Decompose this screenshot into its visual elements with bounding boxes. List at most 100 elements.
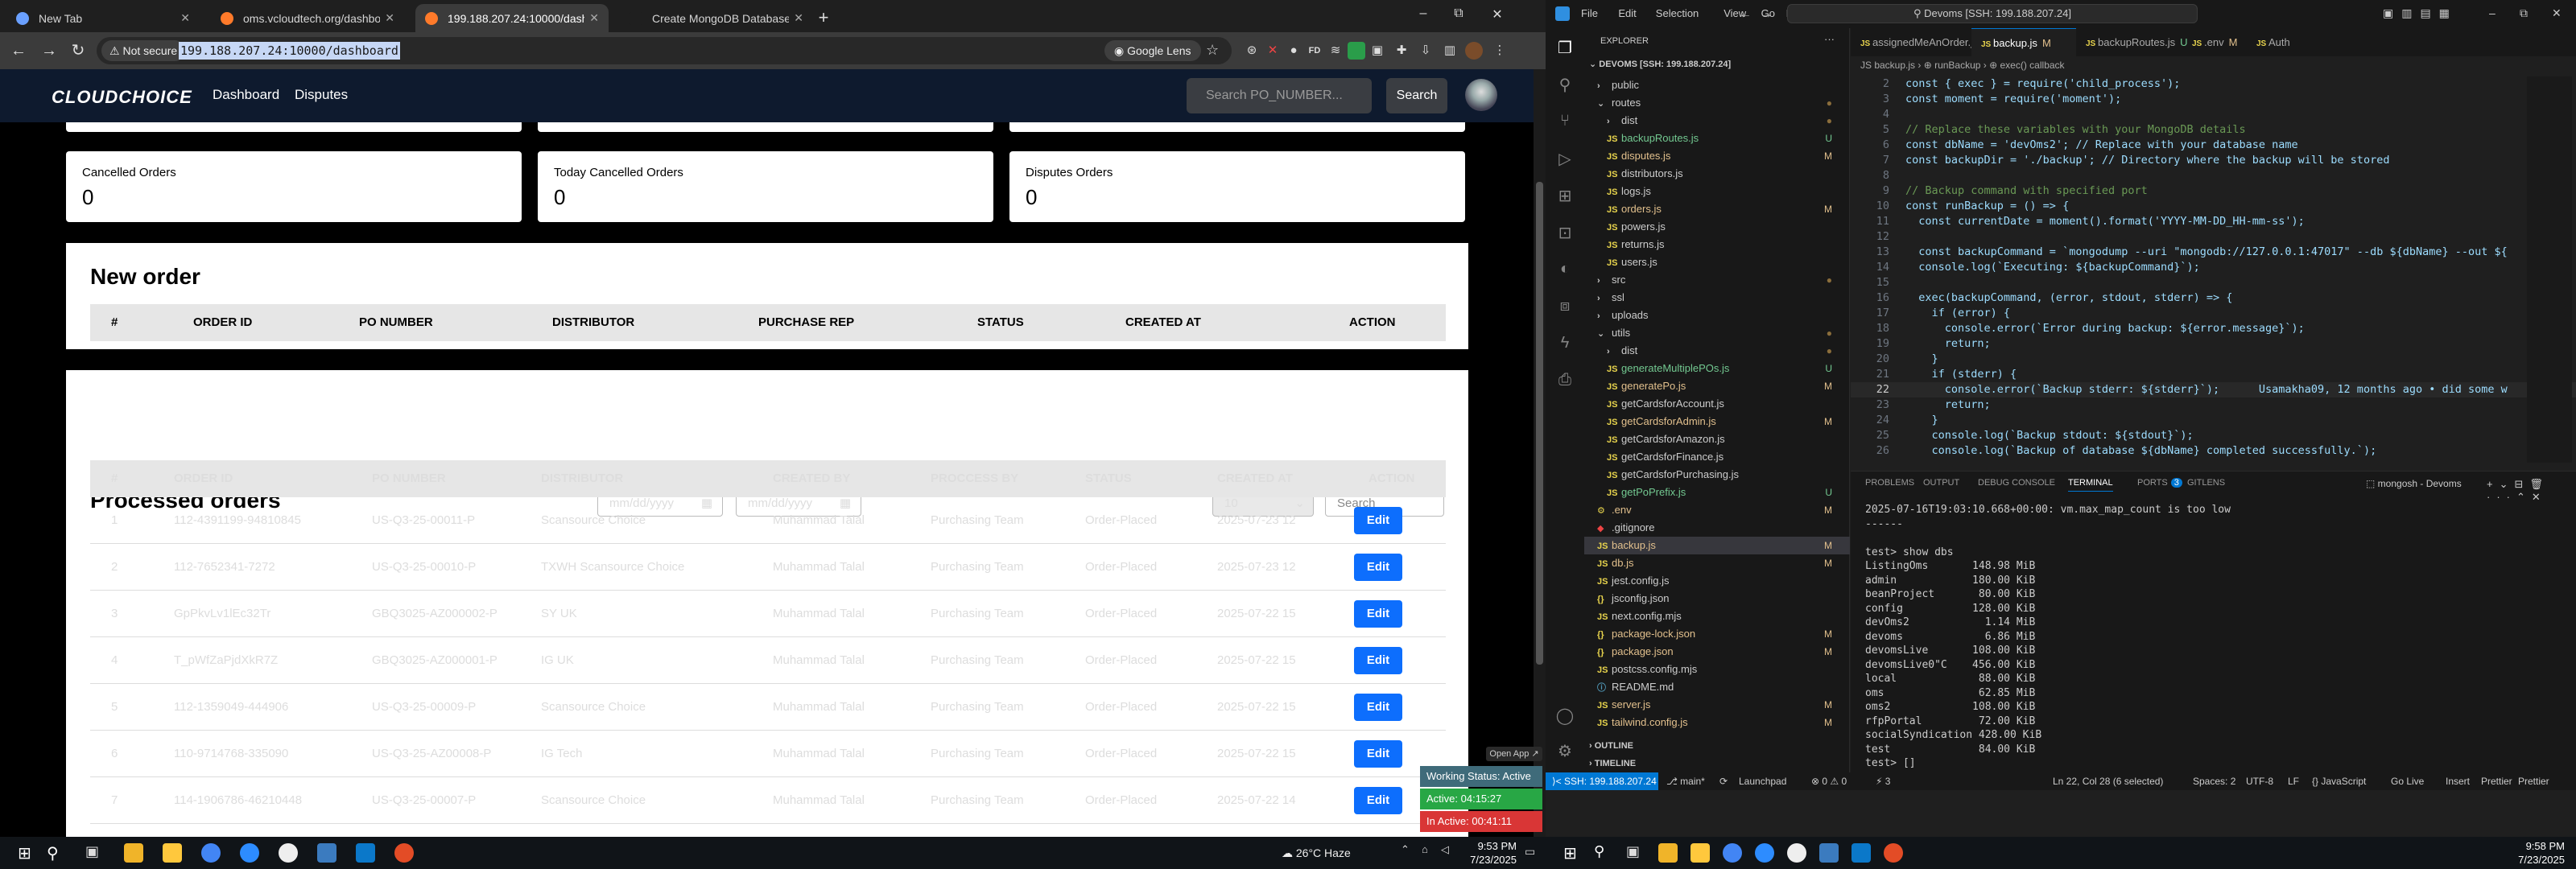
- edit-button[interactable]: Edit: [1354, 554, 1402, 581]
- tab-oms-dashboard[interactable]: oms.vcloudtech.org/dashboard ✕: [211, 4, 404, 32]
- chrome-profile-icon[interactable]: [394, 843, 414, 863]
- file-tree-item[interactable]: {} package.json M: [1584, 643, 1850, 661]
- file-tree-item[interactable]: JS getCardsforAccount.js: [1584, 395, 1850, 413]
- file-tree-item[interactable]: JS logs.js: [1584, 183, 1850, 200]
- menu-item[interactable]: Edit: [1618, 7, 1636, 19]
- file-tree-item[interactable]: JS users.js: [1584, 253, 1850, 271]
- window-close-icon[interactable]: ✕: [1488, 6, 1507, 26]
- clock-time[interactable]: 9:53 PM: [1460, 840, 1517, 852]
- tab-new-tab[interactable]: New Tab ✕: [6, 4, 200, 32]
- close-tab-icon[interactable]: ✕: [794, 11, 803, 25]
- file-tree-item[interactable]: ⚙ .env M: [1584, 501, 1850, 519]
- bookmark-star-icon[interactable]: ☆: [1206, 42, 1219, 59]
- terminal-selector[interactable]: ⬚ mongosh - Devoms: [2366, 478, 2462, 489]
- file-tree-item[interactable]: › public: [1584, 76, 1850, 94]
- manage-gear-icon[interactable]: ⚙: [1555, 741, 1575, 760]
- remote-desktop-icon[interactable]: [317, 843, 336, 863]
- obs-icon[interactable]: [1787, 843, 1806, 863]
- extension-gray-icon[interactable]: ▣: [1368, 42, 1386, 60]
- file-tree-item[interactable]: JS orders.js M: [1584, 200, 1850, 218]
- download-icon[interactable]: ⇩: [1417, 42, 1435, 60]
- windows-start-icon[interactable]: ⊞: [1563, 843, 1583, 863]
- status-golive[interactable]: Go Live: [2391, 776, 2424, 787]
- weather-widget[interactable]: ☁ 26°C Haze: [1282, 846, 1351, 860]
- outline-section[interactable]: › OUTLINE: [1589, 741, 1633, 751]
- remote-desktop-icon[interactable]: [1819, 843, 1839, 863]
- status-eol[interactable]: LF: [2288, 776, 2299, 787]
- scrollbar-thumb[interactable]: [1536, 182, 1543, 665]
- panel-tab-problems[interactable]: PROBLEMS: [1865, 478, 1914, 488]
- panel-tab-terminal[interactable]: TERMINAL: [2068, 478, 2113, 492]
- file-tree-item[interactable]: › dist ●: [1584, 342, 1850, 360]
- clock-date[interactable]: 7/23/2025: [2508, 854, 2565, 866]
- file-tree-item[interactable]: JS db.js M: [1584, 554, 1850, 572]
- tray-chevron-icon[interactable]: ⌃: [1401, 843, 1410, 856]
- file-tree-item[interactable]: JS backupRoutes.js U: [1584, 130, 1850, 147]
- file-tree-item[interactable]: JS getCardsforAmazon.js: [1584, 430, 1850, 448]
- editor-tab[interactable]: JS Auth: [2247, 28, 2319, 56]
- edit-button[interactable]: Edit: [1354, 787, 1402, 814]
- chrome-menu-icon[interactable]: ⋮: [1491, 42, 1509, 60]
- not-secure-badge[interactable]: ⚠ Not secure: [101, 40, 186, 61]
- forward-arrow-icon[interactable]: →: [39, 40, 60, 61]
- remote-explorer-icon[interactable]: ⊡: [1555, 223, 1575, 242]
- minimize-icon[interactable]: –: [2489, 6, 2496, 19]
- page-scrollbar[interactable]: [1534, 69, 1546, 837]
- layout-controls[interactable]: ▣▥▤▦: [2383, 6, 2458, 20]
- zoom-icon[interactable]: [240, 843, 259, 863]
- chrome-profile-icon[interactable]: [1884, 843, 1903, 863]
- user-avatar[interactable]: [1465, 79, 1497, 111]
- file-tree-item[interactable]: JS tailwind.config.js M: [1584, 714, 1850, 731]
- file-tree-item[interactable]: › ssl: [1584, 289, 1850, 307]
- restore-icon[interactable]: ⧉: [1449, 6, 1468, 26]
- nav-back-icon[interactable]: ←: [1739, 7, 1752, 22]
- new-tab-plus-icon[interactable]: +: [813, 7, 834, 28]
- editor-tab[interactable]: JS .env M: [2182, 28, 2247, 56]
- window-close-icon[interactable]: ✕: [2552, 6, 2562, 20]
- file-tree-item[interactable]: JS generateMultiplePOs.js U: [1584, 360, 1850, 377]
- file-tree-item[interactable]: ◆ .gitignore: [1584, 519, 1850, 537]
- cloudchoice-logo[interactable]: CLOUDCHOICE: [52, 87, 192, 108]
- status-lang[interactable]: {} JavaScript: [2312, 776, 2366, 787]
- omnibox[interactable]: ⚠ Not secure 199.188.207.24:10000/dashbo…: [97, 37, 1232, 64]
- panel-actions[interactable]: +⌄⊟🗑···⌃✕: [2487, 478, 2576, 504]
- thunder-client-icon[interactable]: ϟ: [1555, 334, 1575, 353]
- editor-tab[interactable]: JS assignedMeAnOrder.js: [1851, 28, 1979, 56]
- panel-tab-ports[interactable]: PORTS 3: [2137, 478, 2182, 488]
- source-control-icon[interactable]: ⑂: [1555, 112, 1575, 131]
- remote-indicator[interactable]: ⟩< SSH: 199.188.207.24: [1546, 772, 1658, 790]
- file-tree-item[interactable]: JS getPoPrefix.js U: [1584, 484, 1850, 501]
- edit-button[interactable]: Edit: [1354, 647, 1402, 674]
- editor-tab[interactable]: JS backup.js M: [1971, 28, 2076, 56]
- search-icon[interactable]: ⚲: [1555, 75, 1575, 94]
- file-explorer-icon[interactable]: [124, 843, 143, 863]
- menu-item[interactable]: File: [1581, 7, 1598, 19]
- status-sync[interactable]: ⟳: [1719, 776, 1728, 787]
- close-tab-icon[interactable]: ✕: [589, 11, 599, 25]
- printer-icon[interactable]: ⎙: [1555, 371, 1575, 390]
- status-prettier2[interactable]: Prettier: [2518, 776, 2549, 787]
- run-debug-icon[interactable]: ▷: [1555, 149, 1575, 168]
- file-tree-item[interactable]: JS distributors.js: [1584, 165, 1850, 183]
- panel-tab-output[interactable]: OUTPUT: [1923, 478, 1959, 488]
- chrome-taskbar-icon[interactable]: [201, 843, 221, 863]
- command-center[interactable]: ⚲ Devoms [SSH: 199.188.207.24]: [1787, 4, 2198, 23]
- panel-tab-gitlens[interactable]: GITLENS: [2187, 478, 2225, 488]
- file-tree-item[interactable]: JS backup.js M: [1584, 537, 1850, 554]
- file-tree-item[interactable]: {} jsconfig.json: [1584, 590, 1850, 607]
- back-arrow-icon[interactable]: ←: [8, 40, 29, 61]
- edit-button[interactable]: Edit: [1354, 507, 1402, 534]
- file-tree-item[interactable]: {} package-lock.json M: [1584, 625, 1850, 643]
- clock-date[interactable]: 7/23/2025: [1460, 854, 1517, 866]
- close-tab-icon[interactable]: ✕: [385, 11, 394, 25]
- file-tree-item[interactable]: JS powers.js: [1584, 218, 1850, 236]
- file-tree-item[interactable]: JS next.config.mjs: [1584, 607, 1850, 625]
- accounts-icon[interactable]: ◯: [1555, 706, 1575, 725]
- search-icon[interactable]: ⚲: [1594, 843, 1613, 863]
- file-explorer-icon[interactable]: [1658, 843, 1678, 863]
- profile-avatar-icon[interactable]: [1465, 42, 1483, 60]
- extension-circle-icon[interactable]: ●: [1285, 42, 1302, 60]
- file-tree-item[interactable]: › dist ●: [1584, 112, 1850, 130]
- windows-start-icon[interactable]: ⊞: [18, 843, 37, 863]
- file-tree-item[interactable]: ⌄ routes ●: [1584, 94, 1850, 112]
